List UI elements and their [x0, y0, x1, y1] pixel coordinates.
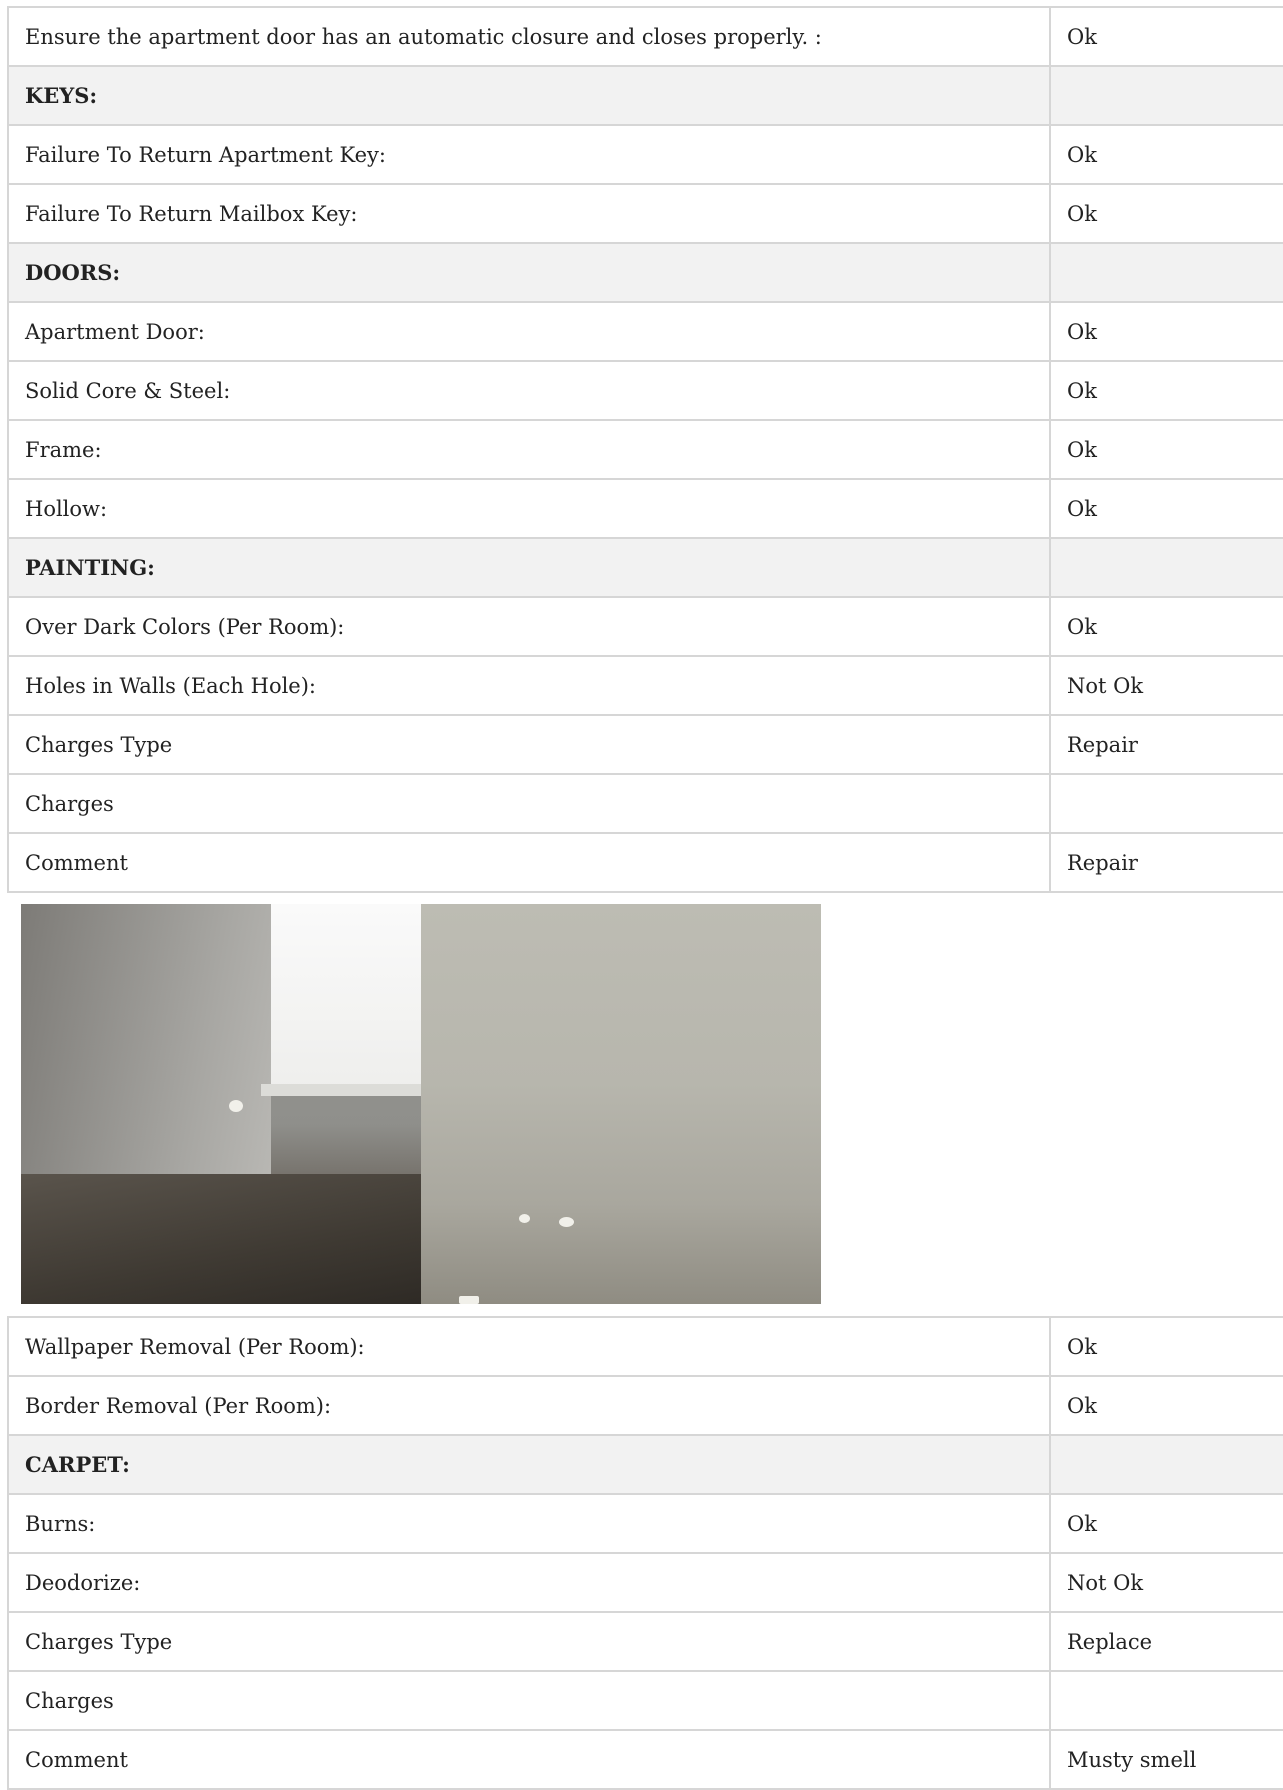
row-label: Failure To Return Apartment Key: — [7, 124, 1051, 185]
table-row: Holes in Walls (Each Hole): Not Ok — [7, 655, 1283, 716]
row-value: Ok — [1049, 478, 1283, 539]
section-label: KEYS: — [7, 65, 1051, 126]
row-value: Ok — [1049, 183, 1283, 244]
row-label: Solid Core & Steel: — [7, 360, 1051, 421]
table-row: Charges Type Repair — [7, 714, 1283, 775]
row-label: Charges — [7, 1670, 1051, 1731]
inspection-report-page: Ensure the apartment door has an automat… — [0, 0, 1283, 1790]
photo-floor — [21, 1174, 421, 1304]
row-label: Over Dark Colors (Per Room): — [7, 596, 1051, 657]
row-label: Holes in Walls (Each Hole): — [7, 655, 1051, 716]
row-label: Charges Type — [7, 1611, 1051, 1672]
table-row: Frame: Ok — [7, 419, 1283, 480]
row-label: Wallpaper Removal (Per Room): — [7, 1316, 1051, 1377]
row-value: Ok — [1049, 1493, 1283, 1554]
row-label: Border Removal (Per Room): — [7, 1375, 1051, 1436]
section-label: DOORS: — [7, 242, 1051, 303]
row-label: Charges Type — [7, 714, 1051, 775]
table-row: Border Removal (Per Room): Ok — [7, 1375, 1283, 1436]
row-value: Ok — [1049, 6, 1283, 67]
table-row: Burns: Ok — [7, 1493, 1283, 1554]
wall-hole-mark — [559, 1217, 574, 1227]
table-row: Failure To Return Mailbox Key: Ok — [7, 183, 1283, 244]
section-label: CARPET: — [7, 1434, 1051, 1495]
row-label: Deodorize: — [7, 1552, 1051, 1613]
table-row: Apartment Door: Ok — [7, 301, 1283, 362]
row-label: Failure To Return Mailbox Key: — [7, 183, 1051, 244]
photo-window-light — [271, 904, 421, 1094]
section-header-keys: KEYS: — [7, 65, 1283, 126]
row-value: Ok — [1049, 360, 1283, 421]
row-label: Frame: — [7, 419, 1051, 480]
table-row: Charges — [7, 1670, 1283, 1731]
wall-holes-photo-2[interactable] — [421, 904, 821, 1304]
table-row: Deodorize: Not Ok — [7, 1552, 1283, 1613]
table-row: Hollow: Ok — [7, 478, 1283, 539]
wall-hole-mark — [519, 1214, 530, 1223]
wall-hole-mark — [459, 1296, 479, 1304]
row-value: Ok — [1049, 301, 1283, 362]
row-value: Not Ok — [1049, 1552, 1283, 1613]
row-value: Not Ok — [1049, 655, 1283, 716]
section-header-painting: PAINTING: — [7, 537, 1283, 598]
row-label: Ensure the apartment door has an automat… — [7, 6, 1051, 67]
table-row: Ensure the apartment door has an automat… — [7, 6, 1283, 67]
row-label: Charges — [7, 773, 1051, 834]
row-value: Replace — [1049, 1611, 1283, 1672]
row-label: Comment — [7, 832, 1051, 893]
row-value — [1049, 65, 1283, 126]
photo-window-sill — [261, 1084, 421, 1096]
table-row: Wallpaper Removal (Per Room): Ok — [7, 1316, 1283, 1377]
table-row: Comment Repair — [7, 832, 1283, 893]
row-value: Ok — [1049, 124, 1283, 185]
section-header-carpet: CARPET: — [7, 1434, 1283, 1495]
row-value: Repair — [1049, 832, 1283, 893]
row-label: Hollow: — [7, 478, 1051, 539]
table-row: Charges — [7, 773, 1283, 834]
row-value — [1049, 773, 1283, 834]
table-row: Comment Musty smell — [7, 1729, 1283, 1790]
table-row: Charges Type Replace — [7, 1611, 1283, 1672]
row-value — [1049, 1670, 1283, 1731]
row-label: Burns: — [7, 1493, 1051, 1554]
table-row: Over Dark Colors (Per Room): Ok — [7, 596, 1283, 657]
row-value: Musty smell — [1049, 1729, 1283, 1790]
photo-wall-surface — [21, 904, 271, 1199]
wall-holes-photo-1[interactable] — [21, 904, 421, 1304]
table-row: Solid Core & Steel: Ok — [7, 360, 1283, 421]
row-value: Repair — [1049, 714, 1283, 775]
wall-hole-mark — [229, 1100, 243, 1112]
row-value: Ok — [1049, 596, 1283, 657]
row-value — [1049, 1434, 1283, 1495]
section-header-doors: DOORS: — [7, 242, 1283, 303]
row-value — [1049, 537, 1283, 598]
photo-gallery — [21, 904, 821, 1304]
section-label: PAINTING: — [7, 537, 1051, 598]
row-value — [1049, 242, 1283, 303]
inspection-table-top: Ensure the apartment door has an automat… — [7, 6, 1283, 893]
row-value: Ok — [1049, 1375, 1283, 1436]
table-row: Failure To Return Apartment Key: Ok — [7, 124, 1283, 185]
row-label: Apartment Door: — [7, 301, 1051, 362]
row-value: Ok — [1049, 1316, 1283, 1377]
inspection-table-bottom: Wallpaper Removal (Per Room): Ok Border … — [7, 1316, 1283, 1790]
row-label: Comment — [7, 1729, 1051, 1790]
row-value: Ok — [1049, 419, 1283, 480]
